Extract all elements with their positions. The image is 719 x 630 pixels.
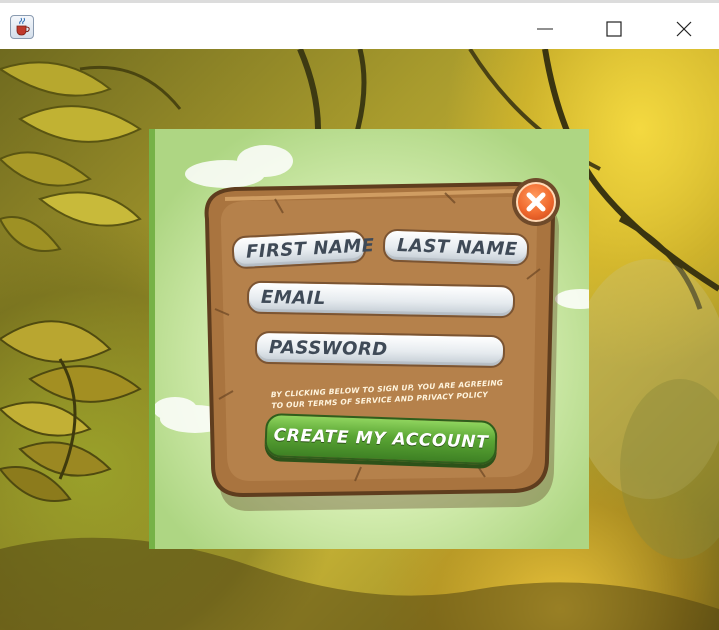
java-cup-icon xyxy=(10,15,34,39)
maximize-icon xyxy=(606,21,622,37)
maximize-button[interactable] xyxy=(591,6,637,52)
last-name-field[interactable]: LAST NAME xyxy=(382,228,530,267)
registration-form-panel: FIRST NAME LAST NAME EMAIL PASSWORD BY C… xyxy=(149,129,589,549)
first-name-placeholder: FIRST NAME xyxy=(245,235,376,263)
leaf-cluster-left xyxy=(0,320,142,502)
minimize-button[interactable] xyxy=(522,6,568,52)
close-form-button[interactable] xyxy=(512,178,560,226)
window-content: FIRST NAME LAST NAME EMAIL PASSWORD BY C… xyxy=(0,49,719,630)
close-window-button[interactable] xyxy=(661,6,707,52)
create-account-button[interactable]: CREATE MY ACCOUNT xyxy=(264,412,498,466)
email-field[interactable]: EMAIL xyxy=(246,280,516,319)
close-x-icon xyxy=(516,182,556,222)
close-icon xyxy=(676,21,692,37)
email-placeholder: EMAIL xyxy=(260,286,327,310)
minimize-icon xyxy=(537,28,553,30)
last-name-placeholder: LAST NAME xyxy=(396,234,518,261)
password-placeholder: PASSWORD xyxy=(268,337,388,361)
window-titlebar xyxy=(0,0,719,49)
create-account-label: CREATE MY ACCOUNT xyxy=(273,425,489,453)
password-field[interactable]: PASSWORD xyxy=(254,330,506,369)
first-name-field[interactable]: FIRST NAME xyxy=(231,229,375,270)
